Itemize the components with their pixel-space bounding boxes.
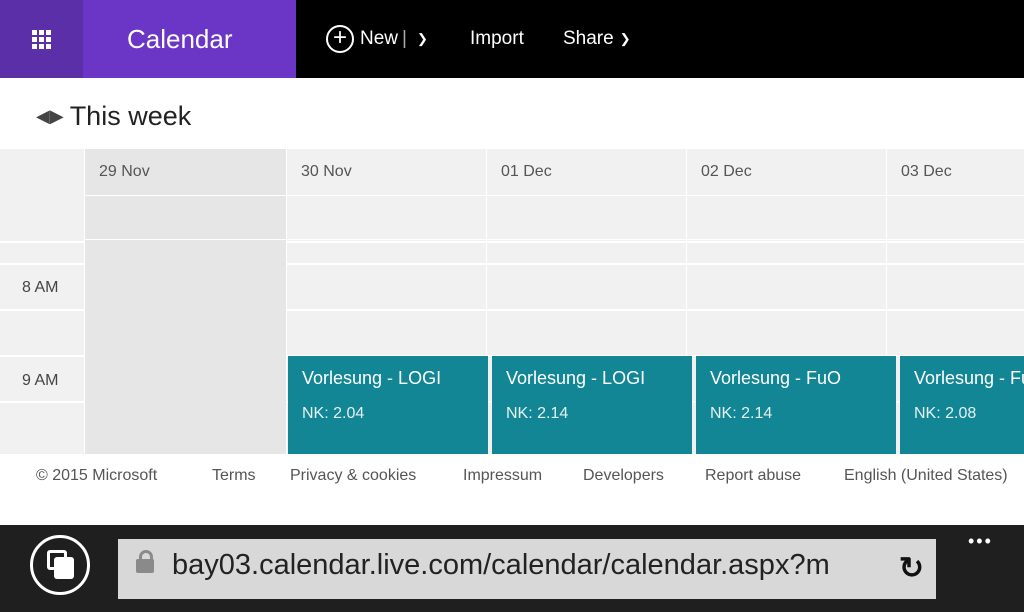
- share-button[interactable]: Share ❯: [563, 0, 631, 78]
- page-footer: © 2015 Microsoft Terms Privacy & cookies…: [0, 455, 1024, 497]
- new-label: New: [360, 28, 399, 49]
- week-navigation: ◀ ▶ This week: [36, 96, 191, 136]
- url-field[interactable]: bay03.calendar.live.com/calendar/calenda…: [118, 539, 936, 599]
- all-day-cell[interactable]: [85, 195, 286, 240]
- terms-link[interactable]: Terms: [212, 467, 256, 485]
- top-command-bar: Calendar + New | ❯ Import Share ❯: [0, 0, 1024, 78]
- new-button[interactable]: + New | ❯: [326, 0, 428, 78]
- new-separator: |: [402, 28, 407, 49]
- event-title: Vorlesung - FuO: [710, 368, 842, 388]
- chevron-down-icon[interactable]: ❯: [417, 31, 428, 47]
- event-location: NK: 2.14: [506, 405, 569, 422]
- tabs-button[interactable]: [30, 535, 90, 595]
- all-day-cell[interactable]: [487, 195, 686, 240]
- more-options-button[interactable]: •••: [968, 531, 993, 552]
- all-day-cell[interactable]: [887, 195, 1024, 240]
- time-label-8am: 8 AM: [22, 279, 59, 296]
- event-title: Vorlesung - LOGI: [302, 368, 442, 388]
- event-title: Vorlesung - LOGI: [506, 368, 646, 388]
- lock-icon: [136, 550, 154, 573]
- import-button[interactable]: Import: [470, 0, 524, 78]
- share-label: Share: [563, 28, 614, 49]
- calendar-event[interactable]: Vorlesung - LOGI NK: 2.04: [288, 356, 488, 454]
- calendar-event[interactable]: Vorlesung - FuO NK: 2.08: [900, 356, 1024, 454]
- copyright-text: © 2015 Microsoft: [36, 467, 158, 484]
- day-header[interactable]: 29 Nov: [85, 149, 286, 195]
- event-title: Vorlesung - FuO: [914, 368, 1024, 388]
- all-day-cell[interactable]: [287, 195, 486, 240]
- browser-address-bar: bay03.calendar.live.com/calendar/calenda…: [0, 525, 1024, 612]
- day-header[interactable]: 01 Dec: [487, 149, 686, 195]
- waffle-icon: [32, 29, 51, 49]
- language-link[interactable]: English (United States): [844, 467, 1008, 485]
- week-title: This week: [69, 100, 192, 131]
- tabs-icon-front: [54, 557, 74, 579]
- event-location: NK: 2.08: [914, 405, 977, 422]
- refresh-icon[interactable]: ↻: [899, 551, 924, 586]
- chevron-down-icon: ❯: [619, 31, 631, 46]
- impressum-link[interactable]: Impressum: [463, 467, 542, 485]
- report-abuse-link[interactable]: Report abuse: [705, 467, 801, 485]
- plus-circle-icon: +: [326, 25, 354, 53]
- url-text: bay03.calendar.live.com/calendar/calenda…: [172, 549, 830, 581]
- app-launcher-button[interactable]: [0, 0, 83, 78]
- app-title[interactable]: Calendar: [83, 0, 296, 78]
- privacy-link[interactable]: Privacy & cookies: [290, 467, 416, 485]
- previous-week-icon[interactable]: ◀: [36, 106, 50, 127]
- event-location: NK: 2.14: [710, 405, 773, 422]
- day-header[interactable]: 30 Nov: [287, 149, 486, 195]
- all-day-cell[interactable]: [687, 195, 886, 240]
- calendar-event[interactable]: Vorlesung - FuO NK: 2.14: [696, 356, 896, 454]
- calendar-event[interactable]: Vorlesung - LOGI NK: 2.14: [492, 356, 692, 454]
- developers-link[interactable]: Developers: [583, 467, 664, 485]
- time-label-9am: 9 AM: [22, 372, 59, 389]
- day-column-29-nov[interactable]: 29 Nov: [84, 149, 286, 454]
- calendar-grid: 8 AM 9 AM 29 Nov 30 Nov 01 Dec 02 Dec 03…: [0, 149, 1024, 454]
- next-week-icon[interactable]: ▶: [50, 106, 64, 127]
- event-location: NK: 2.04: [302, 405, 365, 422]
- day-header[interactable]: 03 Dec: [887, 149, 1024, 195]
- day-header[interactable]: 02 Dec: [687, 149, 886, 195]
